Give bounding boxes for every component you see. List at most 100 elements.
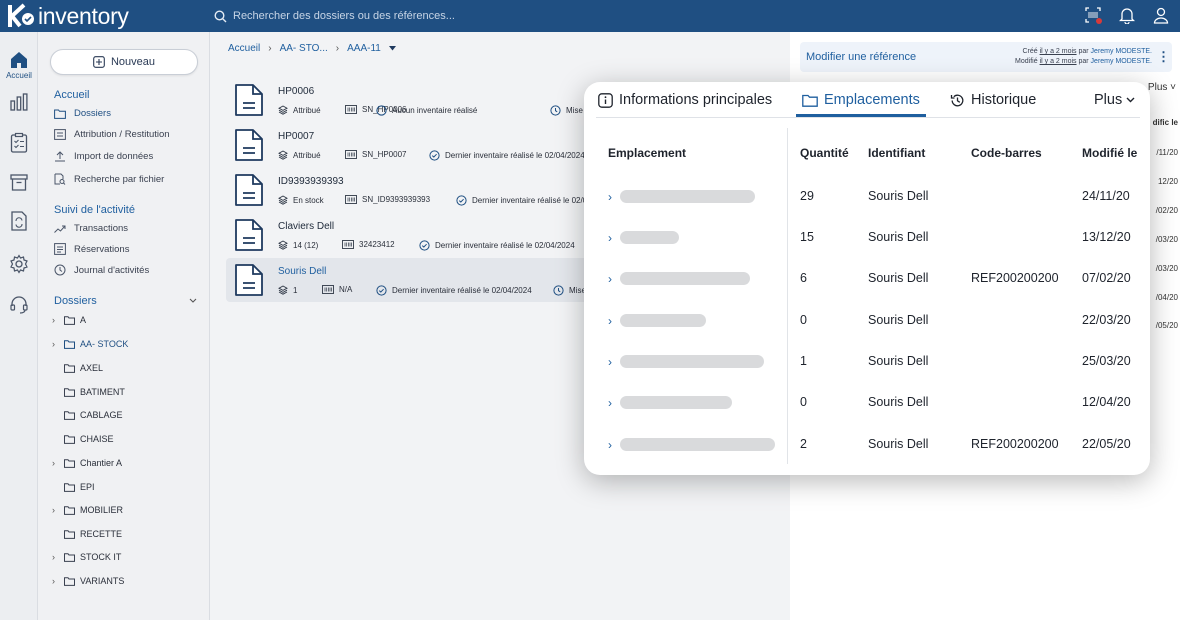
chevron-right-icon[interactable]: › <box>52 552 64 562</box>
chevron-right-icon[interactable]: › <box>52 339 64 349</box>
folder-icon <box>64 552 75 562</box>
search-input[interactable]: Rechercher des dossiers ou des référence… <box>233 10 455 22</box>
rail-checklist[interactable] <box>0 132 38 154</box>
layers-icon <box>278 105 288 115</box>
scanner-icon[interactable] <box>1082 4 1104 26</box>
folder-item[interactable]: RECETTE <box>52 529 122 539</box>
nav-reservations[interactable]: Réservations <box>54 243 129 255</box>
folder-item[interactable]: › AA- STOCK <box>52 339 128 349</box>
folder-item[interactable]: › STOCK IT <box>52 552 121 562</box>
panel-date-cell: /04/20 <box>1155 293 1178 302</box>
chevron-down-icon[interactable] <box>189 298 197 304</box>
folder-item[interactable]: CABLAGE <box>52 410 123 420</box>
folder-item[interactable]: BATIMENT <box>52 387 125 397</box>
gear-icon <box>10 254 28 274</box>
expand-chevron-icon[interactable]: › <box>608 314 612 328</box>
chevron-right-icon[interactable]: › <box>52 505 64 515</box>
folder-item[interactable]: AXEL <box>52 363 103 373</box>
column-modified[interactable]: Modifié le <box>1082 146 1137 160</box>
folder-item-label: MOBILIER <box>80 505 124 515</box>
document-icon <box>235 84 263 116</box>
chevron-right-icon[interactable]: › <box>52 315 64 325</box>
identifier-cell: Souris Dell <box>868 354 929 368</box>
document-icon <box>235 129 263 161</box>
column-quantity[interactable]: Quantité <box>800 146 849 160</box>
folder-item-label: AA- STOCK <box>80 339 129 349</box>
expand-chevron-icon[interactable]: › <box>608 438 612 452</box>
item-serial: 32423412 <box>342 240 395 249</box>
created-by: par <box>1076 48 1091 55</box>
new-button[interactable]: Nouveau <box>50 49 198 75</box>
rail-settings[interactable] <box>0 254 38 274</box>
section-home[interactable]: Accueil <box>54 89 89 101</box>
tab-main-info[interactable]: Informations principales <box>598 92 772 108</box>
nav-journal-label: Journal d'activités <box>74 264 150 276</box>
tab-locations[interactable]: Emplacements <box>802 92 920 108</box>
nav-transactions-label: Transactions <box>74 223 129 234</box>
column-barcode[interactable]: Code-barres <box>971 146 1042 160</box>
modified-cell: 25/03/20 <box>1082 354 1131 368</box>
tab-history[interactable]: Historique <box>950 92 1036 108</box>
expand-chevron-icon[interactable]: › <box>608 396 612 410</box>
folder-item[interactable]: › Chantier A <box>52 458 122 468</box>
expand-chevron-icon[interactable]: › <box>608 190 612 204</box>
tab-more[interactable]: Plus <box>1094 92 1141 108</box>
modified-user[interactable]: Jeremy MODESTE. <box>1091 58 1152 65</box>
document-icon <box>235 264 263 296</box>
item-title[interactable]: HP0006 <box>278 86 314 97</box>
rail-archive[interactable] <box>0 172 38 192</box>
caret-down-icon[interactable] <box>388 46 396 51</box>
item-title[interactable]: HP0007 <box>278 131 314 142</box>
expand-chevron-icon[interactable]: › <box>608 231 612 245</box>
panel-more-button[interactable]: Plus ˅ <box>1148 82 1176 93</box>
bell-icon[interactable] <box>1116 4 1138 26</box>
new-button-label: Nouveau <box>110 56 156 68</box>
expand-chevron-icon[interactable]: › <box>608 355 612 369</box>
app-logo[interactable]: inventory <box>0 2 200 30</box>
item-title[interactable]: Claviers Dell <box>278 221 334 232</box>
calendar-list-icon <box>54 243 66 255</box>
quantity-cell: 15 <box>800 230 814 244</box>
expand-chevron-icon[interactable]: › <box>608 272 612 286</box>
archive-icon <box>10 174 28 191</box>
quantity-cell: 29 <box>800 189 814 203</box>
panel-date-cell: /02/20 <box>1155 206 1178 215</box>
column-identifier[interactable]: Identifiant <box>868 146 925 160</box>
search-bar[interactable]: Rechercher des dossiers ou des référence… <box>214 9 455 23</box>
item-title[interactable]: ID9393939393 <box>278 176 344 187</box>
nav-attribution[interactable]: Attribution / Restitution <box>54 129 170 140</box>
created-user[interactable]: Jeremy MODESTE. <box>1091 48 1152 55</box>
identifier-cell: Souris Dell <box>868 313 929 327</box>
breadcrumb-home[interactable]: Accueil <box>228 43 260 54</box>
nav-folders[interactable]: Dossiers <box>54 108 111 119</box>
rail-sync[interactable] <box>0 210 38 232</box>
nav-transactions[interactable]: Transactions <box>54 223 128 234</box>
breadcrumb-parent[interactable]: AA- STO... <box>280 43 328 54</box>
kebab-menu-icon[interactable]: ⋮ <box>1157 49 1170 65</box>
column-location[interactable]: Emplacement <box>608 146 686 160</box>
breadcrumb-current[interactable]: AAA-11 <box>347 43 381 54</box>
section-folders[interactable]: Dossiers <box>54 295 97 307</box>
rail-home[interactable]: Accueil <box>0 50 38 80</box>
item-inventory-text: Dernier inventaire réalisé le 02/04/2024 <box>435 241 575 250</box>
chevron-right-icon[interactable]: › <box>52 458 64 468</box>
folder-item[interactable]: › VARIANTS <box>52 576 124 586</box>
check-circle-icon <box>419 240 430 251</box>
item-title[interactable]: Souris Dell <box>278 266 326 277</box>
nav-journal[interactable]: Journal d'activités <box>54 264 149 276</box>
nav-import[interactable]: Import de données <box>54 151 153 162</box>
chevron-right-icon[interactable]: › <box>52 576 64 586</box>
folder-item[interactable]: › MOBILIER <box>52 505 123 515</box>
rail-stats[interactable] <box>0 92 38 112</box>
folder-item[interactable]: CHAISE <box>52 434 114 444</box>
modified-cell: 24/11/20 <box>1082 189 1130 203</box>
location-placeholder <box>620 190 755 203</box>
user-icon[interactable] <box>1150 4 1172 26</box>
panel-date-cell: /11/20 <box>1156 148 1178 157</box>
nav-file-search[interactable]: Recherche par fichier <box>54 173 164 185</box>
folder-item[interactable]: EPI <box>52 482 95 492</box>
folder-item[interactable]: › A <box>52 315 86 325</box>
rail-support[interactable] <box>0 294 38 314</box>
item-serial: N/A <box>322 285 352 294</box>
section-activity[interactable]: Suivi de l'activité <box>54 204 135 216</box>
